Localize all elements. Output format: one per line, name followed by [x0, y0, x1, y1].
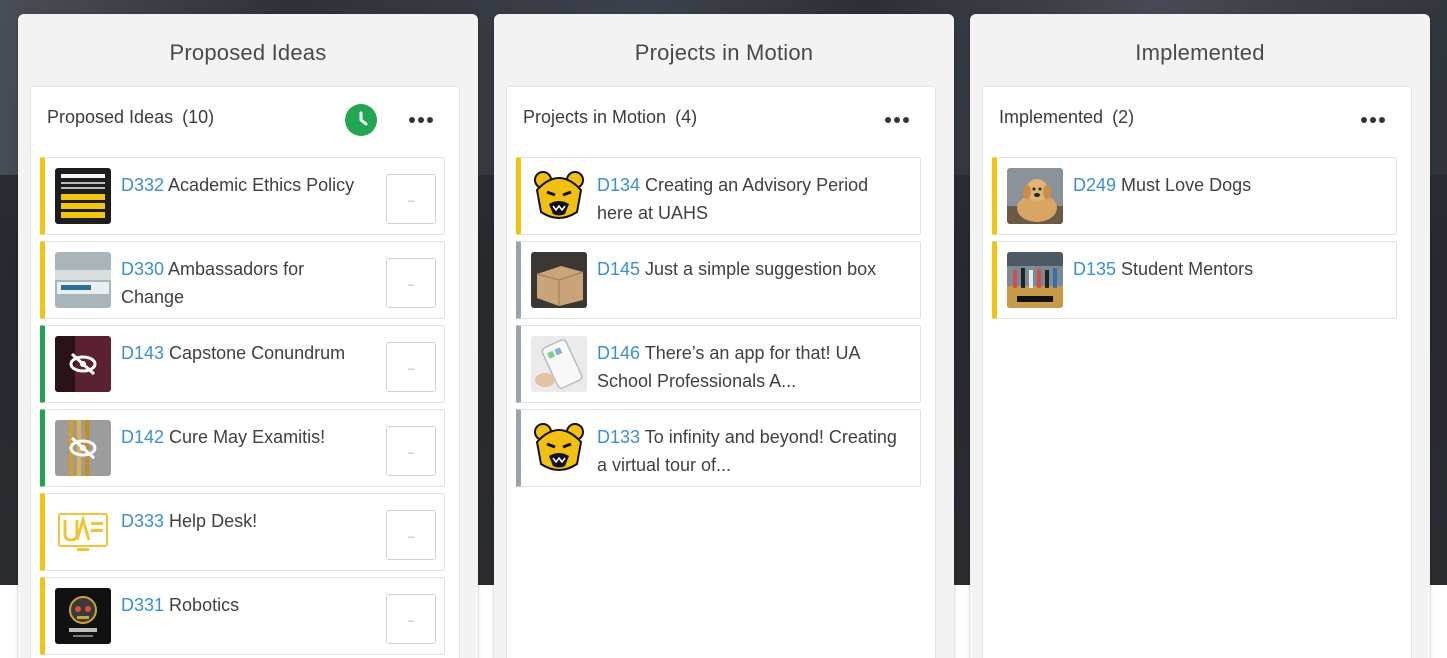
- card-id-link[interactable]: D333: [121, 511, 164, 531]
- card-text: D145 Just a simple suggestion box: [597, 255, 900, 283]
- panel-count: (4): [675, 107, 698, 127]
- column-implemented: Implemented Implemented (2) D249 Must Lo…: [970, 14, 1430, 658]
- hidden-image-thumbnail: [55, 336, 111, 392]
- column-title: Implemented: [1135, 40, 1265, 65]
- card-text: D333 Help Desk!: [121, 507, 372, 535]
- idea-card-d249[interactable]: D249 Must Love Dogs: [992, 157, 1397, 235]
- card-title: Academic Ethics Policy: [168, 175, 355, 195]
- card-text: D135 Student Mentors: [1073, 255, 1376, 283]
- vote-button[interactable]: –: [386, 174, 436, 224]
- vote-button[interactable]: –: [386, 258, 436, 308]
- idea-card-d145[interactable]: D145 Just a simple suggestion box: [516, 241, 921, 319]
- card-title: Robotics: [169, 595, 240, 615]
- robotics-logo-thumbnail: [55, 588, 111, 644]
- column-projects-in-motion: Projects in Motion Projects in Motion (4…: [494, 14, 954, 658]
- bear-mascot-thumbnail: [531, 420, 587, 476]
- more-options-icon[interactable]: [1361, 117, 1385, 123]
- ambassadors-thumbnail: [55, 252, 111, 308]
- idea-card-d143[interactable]: D143 Capstone Conundrum –: [40, 325, 445, 403]
- vote-button[interactable]: –: [386, 426, 436, 476]
- column-title: Proposed Ideas: [169, 40, 327, 65]
- more-options-icon[interactable]: [885, 117, 909, 123]
- panel-title: Proposed Ideas (10): [47, 107, 214, 128]
- vote-button[interactable]: –: [386, 510, 436, 560]
- card-title: Help Desk!: [169, 511, 258, 531]
- card-title: Just a simple suggestion box: [645, 259, 877, 279]
- phone-app-thumbnail: [531, 336, 587, 392]
- card-id-link[interactable]: D146: [597, 343, 640, 363]
- panel-header: Proposed Ideas (10): [31, 87, 459, 155]
- idea-card-d142[interactable]: D142 Cure May Examitis! –: [40, 409, 445, 487]
- panel-count: (10): [182, 107, 215, 127]
- card-title: Must Love Dogs: [1121, 175, 1252, 195]
- gym-photo-thumbnail: [1007, 252, 1063, 308]
- idea-card-d146[interactable]: D146 There’s an app for that! UA School …: [516, 325, 921, 403]
- card-id-link[interactable]: D249: [1073, 175, 1116, 195]
- card-id-link[interactable]: D331: [121, 595, 164, 615]
- card-id-link[interactable]: D142: [121, 427, 164, 447]
- card-title: To infinity and beyond! Creating a virtu…: [597, 427, 897, 475]
- idea-card-d333[interactable]: D333 Help Desk! –: [40, 493, 445, 571]
- clock-icon[interactable]: [345, 104, 377, 136]
- column-proposed-ideas: Proposed Ideas Proposed Ideas (10) D332 …: [18, 14, 478, 658]
- idea-card-d133[interactable]: D133 To infinity and beyond! Creating a …: [516, 409, 921, 487]
- idea-card-d331[interactable]: D331 Robotics –: [40, 577, 445, 655]
- card-text: D331 Robotics: [121, 591, 372, 619]
- card-text: D133 To infinity and beyond! Creating a …: [597, 423, 900, 479]
- more-options-icon[interactable]: [409, 117, 433, 123]
- vote-button[interactable]: –: [386, 594, 436, 644]
- card-text: D142 Cure May Examitis!: [121, 423, 372, 451]
- box-photo-thumbnail: [531, 252, 587, 308]
- card-text: D332 Academic Ethics Policy: [121, 171, 372, 199]
- card-title: Capstone Conundrum: [169, 343, 346, 363]
- card-text: D249 Must Love Dogs: [1073, 171, 1376, 199]
- ethics-policy-thumbnail: [55, 168, 111, 224]
- panel-count: (2): [1112, 107, 1135, 127]
- dog-photo-thumbnail: [1007, 168, 1063, 224]
- panel-header: Implemented (2): [983, 87, 1411, 155]
- idea-card-d330[interactable]: D330 Ambassadors for Change –: [40, 241, 445, 319]
- card-id-link[interactable]: D134: [597, 175, 640, 195]
- card-id-link[interactable]: D330: [121, 259, 164, 279]
- vote-button[interactable]: –: [386, 342, 436, 392]
- column-title: Projects in Motion: [634, 40, 814, 65]
- card-title: Cure May Examitis!: [169, 427, 326, 447]
- card-text: D143 Capstone Conundrum: [121, 339, 372, 367]
- idea-card-d134[interactable]: D134 Creating an Advisory Period here at…: [516, 157, 921, 235]
- card-id-link[interactable]: D145: [597, 259, 640, 279]
- panel-title: Projects in Motion (4): [523, 107, 697, 128]
- stage-panel: Implemented (2) D249 Must Love Dogs D135…: [982, 86, 1412, 658]
- panel-header: Projects in Motion (4): [507, 87, 935, 155]
- card-title: Student Mentors: [1121, 259, 1254, 279]
- panel-title: Implemented (2): [999, 107, 1134, 128]
- card-id-link[interactable]: D332: [121, 175, 164, 195]
- card-text: D134 Creating an Advisory Period here at…: [597, 171, 900, 227]
- bear-mascot-thumbnail: [531, 168, 587, 224]
- stage-panel: Projects in Motion (4) D134 Creating an …: [506, 86, 936, 658]
- card-id-link[interactable]: D133: [597, 427, 640, 447]
- stage-panel: Proposed Ideas (10) D332 Academic Ethics…: [30, 86, 460, 658]
- hidden-image-thumbnail: [55, 420, 111, 476]
- card-id-link[interactable]: D135: [1073, 259, 1116, 279]
- panel-title-text: Projects in Motion: [523, 107, 667, 127]
- card-id-link[interactable]: D143: [121, 343, 164, 363]
- panel-title-text: Implemented: [999, 107, 1104, 127]
- idea-card-d332[interactable]: D332 Academic Ethics Policy –: [40, 157, 445, 235]
- help-desk-logo-thumbnail: [55, 504, 111, 560]
- card-text: D146 There’s an app for that! UA School …: [597, 339, 900, 395]
- card-text: D330 Ambassadors for Change: [121, 255, 372, 311]
- idea-card-d135[interactable]: D135 Student Mentors: [992, 241, 1397, 319]
- panel-title-text: Proposed Ideas: [47, 107, 174, 127]
